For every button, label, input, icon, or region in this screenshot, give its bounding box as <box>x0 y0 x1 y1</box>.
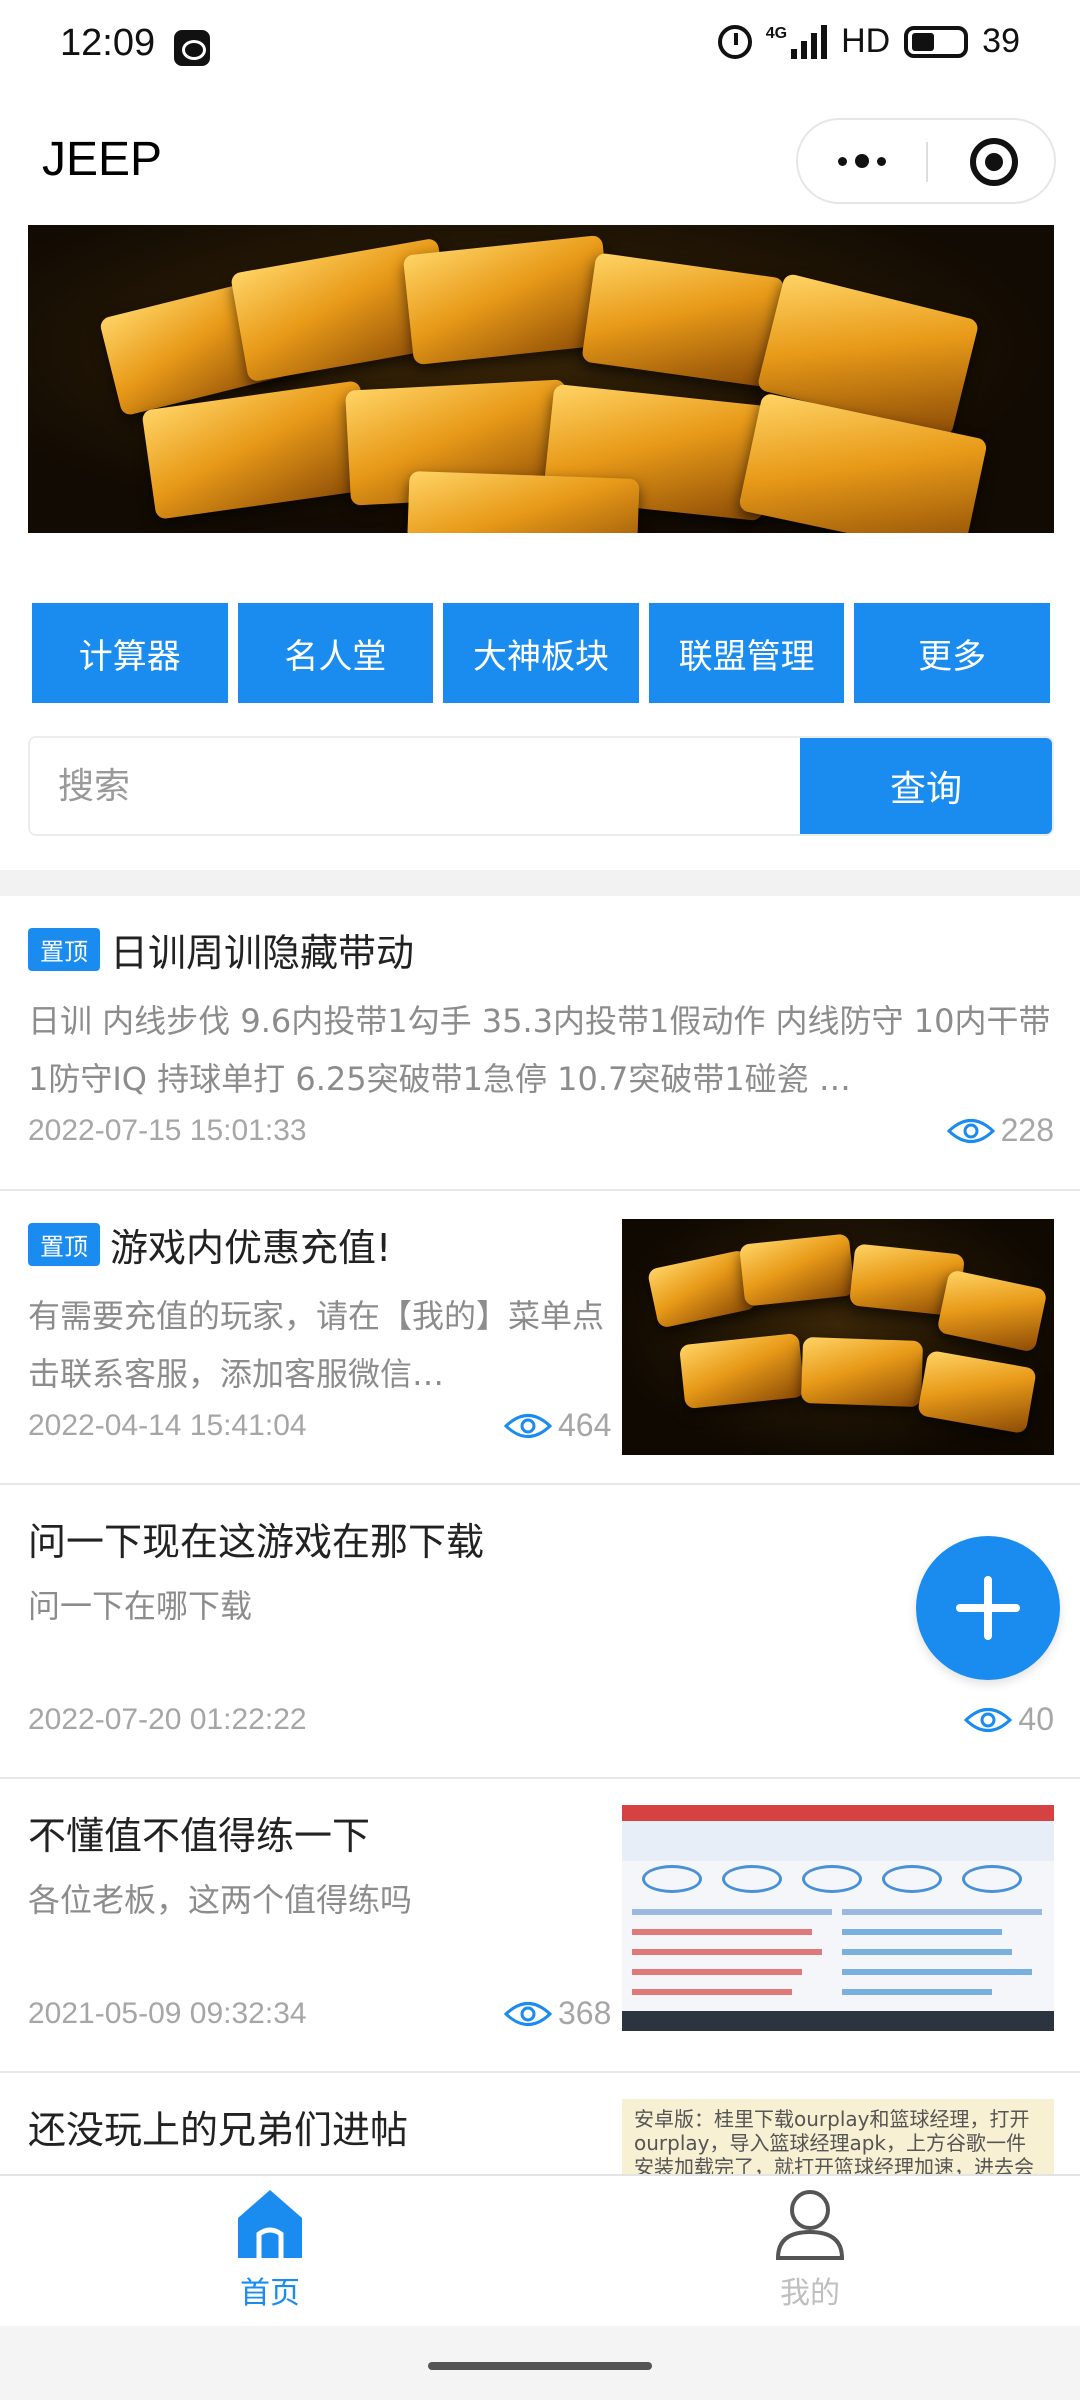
views-count: 40 <box>1018 1701 1054 1737</box>
status-indicators: 4G HD 39 <box>717 22 1020 61</box>
signal-group: 4G <box>765 24 828 59</box>
post-item[interactable]: 问一下现在这游戏在那下载 问一下在哪下载 2022-07-20 01:22:22… <box>0 1485 1080 1779</box>
signal-icon <box>791 24 828 59</box>
post-views: 464 <box>504 1407 611 1444</box>
battery-level: 39 <box>982 22 1020 60</box>
bottom-tab-bar: 首页 我的 <box>0 2174 1080 2326</box>
post-thumbnail-gold-bars <box>622 1219 1054 1455</box>
network-label: HD <box>841 22 891 60</box>
category-more-button[interactable]: 更多 <box>854 603 1050 703</box>
category-league-management-button[interactable]: 联盟管理 <box>648 603 845 703</box>
post-item[interactable]: 不懂值不值得练一下 各位老板，这两个值得练吗 2021-05-09 09:32:… <box>0 1779 1080 2073</box>
title-bar: JEEP <box>0 110 1080 210</box>
alarm-icon <box>717 24 752 59</box>
battery-icon <box>904 25 969 58</box>
category-hall-of-fame-button[interactable]: 名人堂 <box>237 603 434 703</box>
user-icon <box>772 2186 848 2262</box>
more-dots-icon[interactable] <box>798 120 926 202</box>
eye-icon <box>504 1411 552 1441</box>
eye-icon <box>946 1116 995 1146</box>
post-excerpt: 有需要充值的玩家，请在【我的】菜单点击联系客服，添加客服微信… <box>28 1297 605 1393</box>
section-divider <box>0 870 1080 896</box>
category-expert-section-button[interactable]: 大神板块 <box>443 603 639 703</box>
pinned-badge: 置顶 <box>28 928 100 971</box>
page-title: JEEP <box>42 133 163 186</box>
post-title-row: 置顶 日训周训隐藏带动 <box>28 922 414 977</box>
post-date: 2022-07-15 15:01:33 <box>28 1114 307 1147</box>
banner-gold-bars-image[interactable] <box>28 225 1054 533</box>
post-item[interactable]: 置顶 日训周训隐藏带动 日训 内线步伐 9.6内投带1勾手 35.3内投带1假动… <box>0 896 1080 1191</box>
new-post-fab-plus-icon[interactable] <box>916 1536 1060 1680</box>
post-views: 40 <box>964 1701 1054 1738</box>
home-icon <box>232 2186 308 2262</box>
views-count: 228 <box>1000 1112 1054 1148</box>
app-page: 12:09 4G HD 39 JEEP 计算器 名人堂 大神板块 联盟管理 更多… <box>0 0 1080 2400</box>
post-date: 2022-04-14 15:41:04 <box>28 1409 307 1442</box>
network-type-label: 4G <box>765 24 788 42</box>
search-input[interactable] <box>30 738 802 834</box>
search-button[interactable]: 查询 <box>800 738 1052 834</box>
gesture-handle[interactable] <box>428 2362 652 2370</box>
mini-program-capsule <box>796 118 1056 204</box>
post-excerpt: 问一下在哪下载 <box>28 1587 253 1625</box>
category-calculator-button[interactable]: 计算器 <box>32 603 228 703</box>
eye-icon <box>964 1705 1013 1735</box>
tab-profile[interactable]: 我的 <box>700 2186 920 2326</box>
category-button-row: 计算器 名人堂 大神板块 联盟管理 更多 <box>32 603 1050 703</box>
post-excerpt: 各位老板，这两个值得练吗 <box>28 1881 413 1919</box>
capsule-divider <box>926 142 928 182</box>
post-title: 还没玩上的兄弟们进帖 <box>28 2108 409 2152</box>
post-thumbnail-instructions: 安卓版：桂里下载ourplay和篮球经理，打开ourplay，导入篮球经理apk… <box>622 2099 1054 2183</box>
post-item[interactable]: 还没玩上的兄弟们进帖 安卓版：桂里下载ourplay和篮球经理，打开ourpla… <box>0 2073 1080 2183</box>
tab-profile-label: 我的 <box>780 2276 840 2311</box>
pinned-badge: 置顶 <box>28 1223 100 1266</box>
status-bar: 12:09 4G HD 39 <box>0 0 1080 96</box>
search-bar: 查询 <box>28 736 1054 836</box>
post-views: 368 <box>504 1995 611 2032</box>
system-gesture-area <box>0 2326 1080 2400</box>
post-excerpt: 日训 内线步伐 9.6内投带1勾手 35.3内投带1假动作 内线防守 10内干带… <box>28 1002 1051 1098</box>
status-time: 12:09 <box>60 22 156 64</box>
target-close-icon[interactable] <box>970 138 1018 186</box>
post-views: 228 <box>946 1112 1054 1149</box>
post-title-row: 置顶 游戏内优惠充值! <box>28 1217 391 1272</box>
views-count: 368 <box>558 1995 612 2031</box>
post-thumbnail-game-stats <box>622 1805 1054 2031</box>
views-count: 464 <box>558 1407 612 1443</box>
post-title: 日训周训隐藏带动 <box>110 931 415 975</box>
post-title: 问一下现在这游戏在那下载 <box>28 1520 485 1564</box>
post-item[interactable]: 置顶 游戏内优惠充值! 有需要充值的玩家，请在【我的】菜单点击联系客服，添加客服… <box>0 1191 1080 1485</box>
post-date: 2022-07-20 01:22:22 <box>28 1703 307 1736</box>
tab-home-label: 首页 <box>240 2276 300 2311</box>
post-title: 不懂值不值得练一下 <box>28 1814 371 1858</box>
post-title: 游戏内优惠充值! <box>110 1226 392 1270</box>
eye-icon <box>504 1999 552 2029</box>
weibo-notification-icon <box>174 30 210 66</box>
post-date: 2021-05-09 09:32:34 <box>28 1997 307 2030</box>
tab-home[interactable]: 首页 <box>160 2186 380 2326</box>
